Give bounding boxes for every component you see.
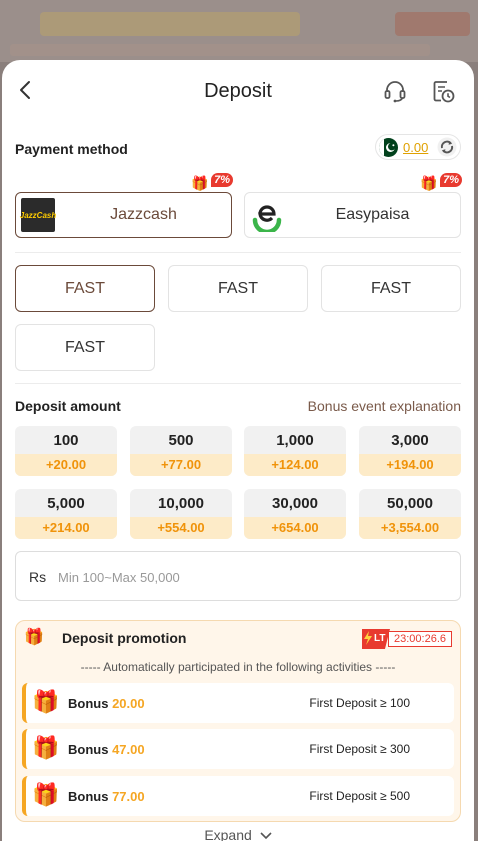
amount-option[interactable]: 5,000 +214.00 [15,489,117,539]
background-button [395,12,470,36]
amount-option[interactable]: 3,000 +194.00 [359,426,461,476]
amount-bonus: +554.00 [130,517,232,539]
amount-bonus: +20.00 [15,454,117,476]
amount-option[interactable]: 50,000 +3,554.00 [359,489,461,539]
divider [15,252,461,253]
easypaisa-logo [250,198,284,232]
currency-label: Rs [29,569,47,585]
amount-value: 3,000 [391,432,429,449]
gift-icon: 🎁 [420,175,438,191]
customer-support-icon[interactable] [382,78,408,104]
bonus-amount: 20.00 [112,696,145,711]
amount-value: 5,000 [47,495,85,512]
promo-percent: 7% [211,173,233,187]
deposit-sheet: Deposit Payment method 0.00 JazzCash Jaz… [2,60,474,841]
deposit-history-icon[interactable] [430,78,456,104]
bonus-amount: 77.00 [112,789,145,804]
channel-option[interactable]: FAST [15,265,155,312]
balance-pill: 0.00 [375,134,461,160]
background-page [0,0,478,62]
amount-bonus: +124.00 [244,454,346,476]
deposit-amount-label: Deposit amount [15,398,121,414]
amount-bonus: +194.00 [359,454,461,476]
amount-value: 30,000 [272,495,318,512]
method-label: Easypaisa [335,206,410,223]
method-easypaisa[interactable]: Easypaisa 🎁 7% [244,173,462,238]
bonus-condition: First Deposit ≥ 100 [309,696,410,710]
method-jazzcash[interactable]: JazzCash Jazzcash 🎁 7% [15,173,233,238]
divider [15,383,461,384]
gift-box-icon: 🎁 [32,689,60,714]
deposit-promotion-panel: 🎁 Deposit promotion LT 23:00:26.6 ----- … [15,620,461,822]
amount-value: 10,000 [158,495,204,512]
channel-option[interactable]: FAST [15,324,155,371]
amount-option[interactable]: 100 +20.00 [15,426,117,476]
gift-box-icon: 🎁 [32,782,60,807]
timer-countdown: 23:00:26.6 [388,631,452,647]
amount-option[interactable]: 30,000 +654.00 [244,489,346,539]
expand-button[interactable]: Expand [2,827,474,841]
gift-icon: 🎁 [191,175,209,191]
promo-tag: 🎁 7% [420,173,462,193]
bonus-amount: 47.00 [112,742,145,757]
amount-option[interactable]: 500 +77.00 [130,426,232,476]
bonus-row: 🎁 Bonus 77.00 First Deposit ≥ 500 [22,776,454,816]
amount-bonus: +3,554.00 [359,517,461,539]
amount-option[interactable]: 10,000 +554.00 [130,489,232,539]
bonus-condition: First Deposit ≥ 500 [309,789,410,803]
payment-method-label: Payment method [15,141,128,157]
bonus-label: Bonus 77.00 [68,789,145,804]
gift-box-icon: 🎁 [32,735,60,760]
bonus-row: 🎁 Bonus 47.00 First Deposit ≥ 300 [22,729,454,769]
timer-badge: LT [362,629,390,649]
promotion-subtitle: ----- Automatically participated in the … [80,660,396,674]
background-banner [40,12,300,36]
amount-bonus: +214.00 [15,517,117,539]
promotion-timer: LT 23:00:26.6 [362,629,454,649]
jazzcash-logo: JazzCash [20,198,56,232]
channel-option[interactable]: FAST [168,265,308,312]
pakistan-flag-icon [379,138,398,157]
bonus-label: Bonus 20.00 [68,696,145,711]
bonus-event-link[interactable]: Bonus event explanation [308,398,461,414]
promo-percent: 7% [440,173,462,187]
header: Deposit [2,60,474,122]
background-nav [10,44,430,56]
payment-method-row: Payment method 0.00 [15,134,461,160]
amount-value: 50,000 [387,495,433,512]
amount-option[interactable]: 1,000 +124.00 [244,426,346,476]
channel-option[interactable]: FAST [321,265,461,312]
expand-label: Expand [204,827,252,841]
refresh-balance-icon[interactable] [437,137,457,157]
amount-value: 100 [53,432,79,449]
promotion-title: Deposit promotion [62,630,187,646]
amount-bonus: +77.00 [130,454,232,476]
lightning-icon [364,631,372,645]
balance-value: 0.00 [403,140,429,155]
amount-value: 500 [168,432,194,449]
bonus-condition: First Deposit ≥ 300 [309,742,410,756]
amount-input-box: Rs [15,551,461,601]
chevron-down-icon [260,832,272,840]
amount-value: 1,000 [276,432,314,449]
gift-icon: 🎁 [24,629,44,646]
amount-bonus: +654.00 [244,517,346,539]
bonus-row: 🎁 Bonus 20.00 First Deposit ≥ 100 [22,683,454,723]
method-label: Jazzcash [110,206,177,223]
bonus-label: Bonus 47.00 [68,742,145,757]
amount-input[interactable] [58,566,438,588]
promo-tag: 🎁 7% [191,173,233,193]
